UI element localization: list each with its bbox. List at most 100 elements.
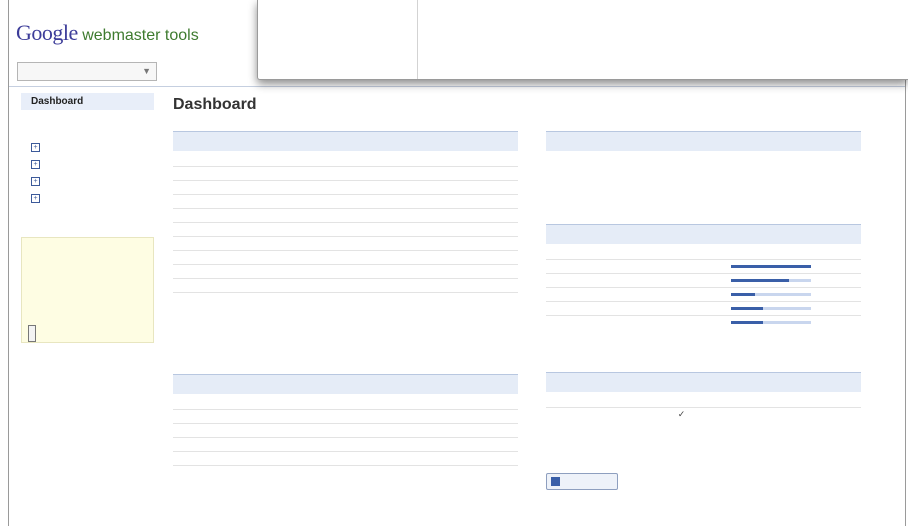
table-header-row (173, 151, 518, 167)
query-text (173, 208, 371, 223)
sitemaps-table: ✓ (546, 392, 861, 421)
impressions-value (370, 292, 441, 306)
link-domain[interactable] (173, 423, 406, 438)
sidebar-item-diagnostics[interactable]: + (21, 173, 154, 190)
column-header (757, 392, 861, 408)
help-link[interactable] (28, 303, 147, 315)
crawl-errors-row (546, 154, 861, 168)
preview-snippet-line (438, 27, 878, 38)
column-header[interactable] (371, 151, 441, 167)
panel-title (546, 131, 861, 151)
language-button[interactable] (28, 325, 36, 342)
crawl-errors-panel (546, 131, 861, 207)
sidebar-item-messages[interactable] (21, 110, 154, 127)
table-row (173, 451, 518, 466)
help-box (21, 237, 154, 343)
crawl-updated (546, 168, 861, 182)
column-header[interactable] (173, 151, 371, 167)
plus-icon (551, 477, 560, 486)
table-row: ✓ (546, 407, 861, 421)
help-link[interactable] (28, 267, 147, 279)
table-row (546, 301, 861, 316)
query-text (173, 222, 371, 237)
table-row (173, 236, 518, 251)
impressions-value (370, 208, 441, 223)
table-row (173, 208, 518, 223)
table-row (173, 166, 518, 181)
expand-icon: + (31, 194, 40, 203)
table-row (173, 264, 518, 279)
clicks-value (441, 250, 518, 265)
page-title: Dashboard (173, 96, 257, 113)
significance-cell (727, 287, 861, 302)
table-header-row (173, 394, 518, 410)
sidebar-item-dashboard[interactable]: Dashboard (21, 93, 154, 110)
significance-bar-track (731, 321, 812, 324)
table-row (546, 259, 861, 274)
clicks-value (441, 292, 518, 306)
links-table (173, 394, 518, 479)
column-header (727, 244, 861, 260)
significance-bar (731, 293, 756, 296)
link-count (405, 423, 518, 438)
add-to-google-button[interactable] (546, 473, 618, 490)
link-count (405, 451, 518, 466)
site-selector[interactable]: ▼ (17, 62, 157, 81)
impressions-value (370, 180, 441, 195)
keywords-table-body (546, 259, 861, 329)
panel-title (546, 372, 861, 392)
column-header (546, 392, 674, 408)
table-row (173, 423, 518, 438)
link-domain (173, 437, 406, 452)
impressions-value (370, 194, 441, 209)
sitemap-status: ✓ (673, 407, 758, 421)
keyword-text[interactable] (546, 273, 728, 288)
clicks-value (441, 236, 518, 251)
sidebar-item-your-site-on-the-web[interactable]: + (21, 156, 154, 173)
clicks-value (441, 194, 518, 209)
logo-product-name: webmaster tools (82, 27, 199, 44)
query-text (173, 250, 371, 265)
expand-icon: + (31, 143, 40, 152)
query-text (173, 292, 371, 306)
link-domain[interactable] (173, 451, 406, 466)
significance-bar-track (731, 265, 812, 268)
sidebar-item-labs[interactable]: + (21, 190, 154, 207)
more-link[interactable] (173, 487, 197, 501)
sitemap-file[interactable] (546, 407, 674, 421)
clicks-value (441, 166, 518, 181)
keyword-text[interactable] (546, 315, 728, 329)
impressions-value (370, 236, 441, 251)
help-link[interactable] (28, 255, 147, 267)
expand-icon: + (31, 177, 40, 186)
queries-panel (173, 131, 518, 353)
significance-bar (731, 307, 764, 310)
keyword-text[interactable] (546, 259, 728, 274)
more-link[interactable] (546, 337, 570, 351)
help-link[interactable] (28, 291, 147, 303)
preview-divider (417, 0, 418, 79)
link-count (405, 465, 518, 479)
table-row (173, 180, 518, 195)
expand-icon: + (31, 160, 40, 169)
table-row (546, 287, 861, 302)
webmaster-tools-logo[interactable]: Google webmaster tools (16, 20, 199, 48)
chevron-down-icon: ▼ (142, 66, 151, 76)
impressions-value (370, 264, 441, 279)
impressions-value (370, 278, 441, 293)
more-link[interactable] (173, 334, 197, 348)
keyword-text[interactable] (546, 287, 728, 302)
more-link[interactable] (546, 431, 570, 445)
query-text (173, 166, 371, 181)
keyword-text[interactable] (546, 301, 728, 316)
significance-bar-track (731, 307, 812, 310)
table-row (546, 273, 861, 288)
sidebar-item-site-config[interactable]: + (21, 139, 154, 156)
more-link[interactable] (546, 188, 570, 202)
clicks-value (441, 278, 518, 293)
column-header[interactable] (441, 151, 518, 167)
sitemap-urls (757, 407, 861, 421)
help-link[interactable] (28, 279, 147, 291)
table-row (173, 194, 518, 209)
queries-table (173, 151, 518, 306)
